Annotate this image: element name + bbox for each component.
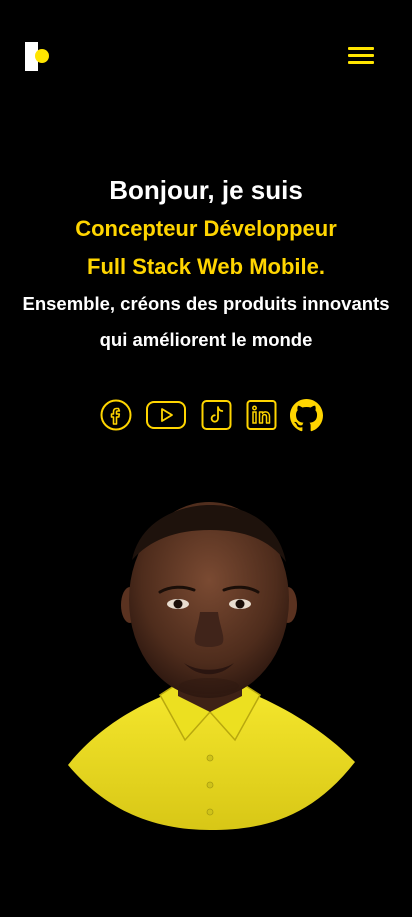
hamburger-menu-icon[interactable] bbox=[348, 46, 374, 66]
github-icon[interactable] bbox=[290, 397, 323, 433]
profile-portrait bbox=[68, 502, 355, 830]
menu-line bbox=[348, 61, 374, 64]
tiktok-icon[interactable] bbox=[201, 397, 232, 433]
logo-dot bbox=[35, 49, 49, 63]
social-links bbox=[0, 397, 412, 433]
page: Bonjour, je suis Concepteur Développeur … bbox=[0, 0, 412, 917]
brand-logo-icon[interactable] bbox=[25, 42, 49, 72]
hero-tagline-line-1: Ensemble, créons des produits innovants bbox=[22, 293, 390, 314]
youtube-icon[interactable] bbox=[145, 397, 187, 433]
menu-line bbox=[348, 54, 374, 57]
facebook-icon[interactable] bbox=[100, 397, 132, 433]
hero-role-line-1: Concepteur Développeur bbox=[75, 216, 337, 241]
linkedin-icon[interactable] bbox=[246, 397, 277, 433]
hero-greeting: Bonjour, je suis bbox=[109, 175, 303, 205]
menu-line bbox=[348, 47, 374, 50]
hero-role-line-2: Full Stack Web Mobile. bbox=[87, 254, 325, 279]
hero-section: Bonjour, je suis Concepteur Développeur … bbox=[0, 170, 412, 358]
hero-tagline-line-2: qui améliorent le monde bbox=[99, 329, 313, 350]
